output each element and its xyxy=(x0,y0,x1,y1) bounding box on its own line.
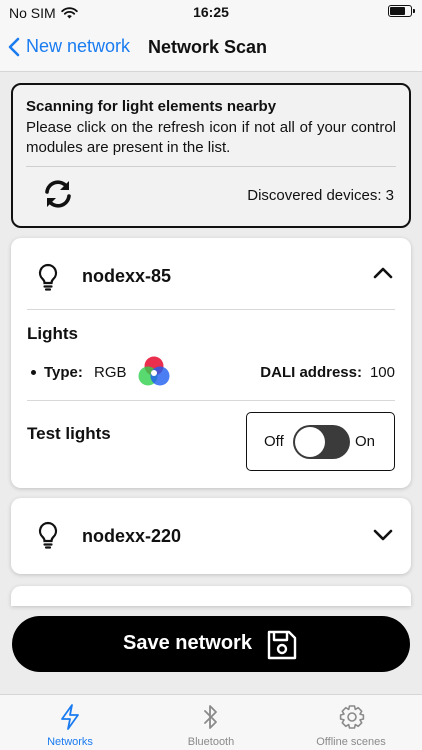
battery-level xyxy=(390,7,406,15)
scan-info-card: Scanning for light elements nearby Pleas… xyxy=(11,83,411,228)
device-card-collapsed: nodexx-220 xyxy=(11,498,411,574)
save-network-button[interactable]: Save network xyxy=(12,616,410,672)
device-name: nodexx-220 xyxy=(82,526,182,546)
discovered-count: Discovered devices: 3 xyxy=(247,187,394,204)
save-button-label: Save network xyxy=(123,632,252,654)
lightbulb-icon xyxy=(38,521,58,549)
gear-icon xyxy=(339,705,365,729)
back-button[interactable]: New network xyxy=(8,36,130,57)
test-lights-label: Test lights xyxy=(27,424,111,443)
chevron-down-icon[interactable] xyxy=(373,529,393,541)
tab-label: Bluetooth xyxy=(187,736,235,748)
navigation-bar: New network Network Scan xyxy=(0,26,422,72)
device-name: nodexx-85 xyxy=(82,266,172,286)
type-value: RGB xyxy=(94,364,127,381)
refresh-button[interactable] xyxy=(42,179,74,214)
dali-address-label: DALI address: xyxy=(260,364,362,381)
scan-info-text: Please click on the refresh icon if not … xyxy=(26,119,396,156)
chevron-left-icon xyxy=(8,37,20,56)
type-label: Type: xyxy=(44,364,83,381)
tab-networks[interactable]: Networks xyxy=(0,695,140,750)
tab-offline-scenes[interactable]: Offline scenes xyxy=(281,695,421,750)
tab-label: Offline scenes xyxy=(316,736,386,748)
switch-knob xyxy=(295,427,325,457)
battery-icon xyxy=(388,5,415,17)
divider xyxy=(27,309,395,310)
status-time: 16:25 xyxy=(193,4,229,20)
bluetooth-icon xyxy=(204,705,217,729)
light-item: Type: RGB DALI address: 100 xyxy=(31,354,395,390)
toggle-off-label: Off xyxy=(264,433,284,450)
tab-label: Networks xyxy=(47,736,93,748)
rgb-color-icon xyxy=(138,356,170,386)
page-title: Network Scan xyxy=(148,37,268,57)
refresh-icon xyxy=(45,180,71,208)
dali-address-value: 100 xyxy=(369,364,395,381)
device-header[interactable]: nodexx-220 xyxy=(11,498,411,570)
toggle-on-label: On xyxy=(355,433,376,450)
lights-heading: Lights xyxy=(27,324,78,343)
device-header[interactable]: nodexx-85 xyxy=(11,238,411,310)
status-bar: No SIM 16:25 xyxy=(0,0,422,26)
device-card-partial[interactable] xyxy=(11,586,411,606)
chevron-up-icon[interactable] xyxy=(373,267,393,279)
save-icon xyxy=(267,630,297,660)
lightbulb-icon xyxy=(38,263,58,291)
test-lights-switch[interactable] xyxy=(293,425,350,459)
tab-bar: Networks Bluetooth Offline scenes xyxy=(0,694,422,750)
bullet xyxy=(31,370,36,375)
scan-info-title: Scanning for light elements nearby xyxy=(26,98,277,115)
tab-bluetooth[interactable]: Bluetooth xyxy=(141,695,281,750)
device-card-expanded: nodexx-85 Lights Type: RGB DALI address:… xyxy=(11,238,411,488)
test-lights-toggle-group: Off On xyxy=(246,412,395,471)
back-label: New network xyxy=(26,36,131,56)
lightning-icon xyxy=(61,704,79,730)
divider xyxy=(27,400,395,401)
